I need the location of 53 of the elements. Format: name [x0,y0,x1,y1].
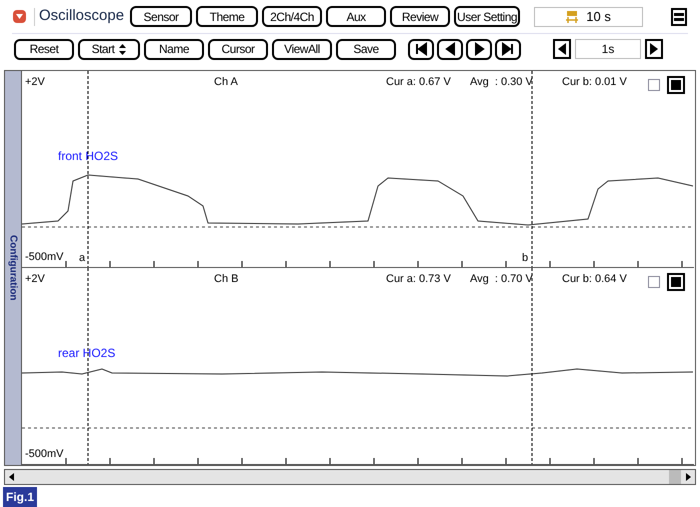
step-field[interactable]: 1s [575,39,641,59]
cursor-a-reading: Cur a: 0.73 V [386,272,451,287]
toolbar-button[interactable]: Cursor [208,38,268,60]
channel-toggle[interactable] [667,76,685,94]
channel-name: Ch B [214,272,238,287]
menu-button[interactable]: Theme [196,6,258,27]
checkbox[interactable] [648,276,660,288]
previous-button[interactable] [437,38,463,60]
last-frame-button[interactable] [495,38,521,60]
next-button[interactable] [466,38,492,60]
step-forward-button[interactable] [645,39,663,59]
cursor-b-reading: Cur b: 0.64 V [562,272,627,287]
horizontal-scrollbar[interactable] [4,469,696,485]
app-title: Oscilloscope [39,6,124,26]
scale-icon [566,10,578,22]
cursor-b-reading: Cur b: 0.01 V [562,75,627,90]
triangle-left-icon [443,42,457,56]
triangle-right-icon [472,42,486,56]
triangle-left-icon [558,43,566,55]
menu-button[interactable]: Review [390,6,450,27]
skip-start-icon [414,42,428,56]
menu-button[interactable]: User Setting [454,6,520,27]
channel-toggle[interactable] [667,273,685,291]
configuration-tab[interactable]: Configuration [5,71,22,465]
axis-top-label: +2V [25,272,45,287]
axis-top-label: +2V [25,75,45,90]
toolbar-button[interactable]: ViewAll [272,38,332,60]
cursor-label: b [522,250,528,266]
cursor-label: a [79,250,86,266]
figure-label: Fig.1 [3,487,38,507]
toolbar-button[interactable]: Save [336,38,396,60]
menu-button[interactable]: Aux [326,6,386,27]
toolbar-button[interactable]: Start [78,38,140,60]
cursor-a-reading: Cur a: 0.67 V [386,75,451,90]
spinner-icon [119,44,126,54]
checkbox[interactable] [648,79,660,91]
triangle-right-icon [650,43,658,55]
menu-button[interactable]: 2Ch/4Ch [262,6,322,27]
toolbar-button[interactable]: Name [144,38,204,60]
scroll-thumb[interactable] [669,470,681,484]
step-back-button[interactable] [553,39,571,59]
time-base-field[interactable]: 10 s [534,6,644,26]
skip-end-icon [501,42,515,56]
toolbar-button[interactable]: Reset [14,38,74,60]
menu-dropdown-icon[interactable] [13,10,26,23]
channel-name: Ch A [214,75,238,90]
trace-label: front HO2S [58,148,118,165]
axis-bottom-label: -500mV [25,250,64,264]
axis-bottom-label: -500mV [25,446,64,462]
menu-button[interactable]: Sensor [130,6,192,27]
menu-icon[interactable] [671,8,687,26]
trace-label: rear HO2S [58,345,116,362]
first-frame-button[interactable] [408,38,434,60]
